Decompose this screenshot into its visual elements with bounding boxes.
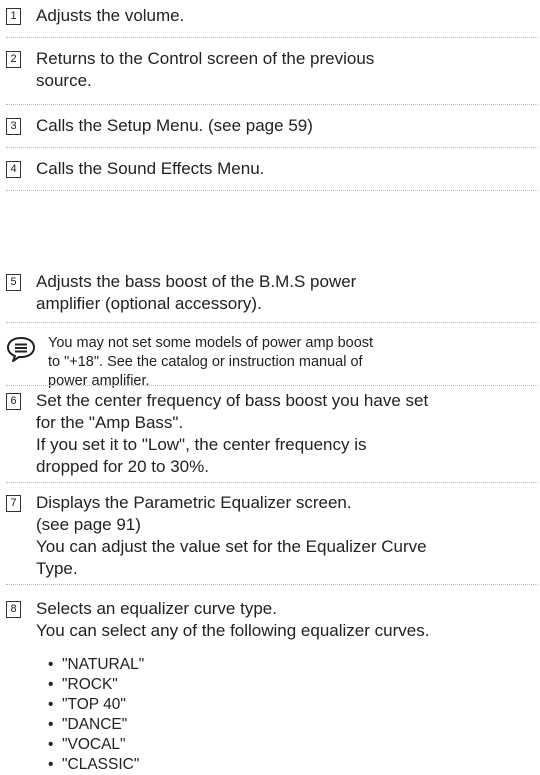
- bullet-icon: •: [48, 676, 54, 693]
- item-text: Type.: [36, 559, 78, 578]
- item-text: source.: [36, 71, 92, 90]
- item-text: dropped for 20 to 30%.: [36, 457, 209, 476]
- curve-option-label: "CLASSIC": [62, 756, 140, 773]
- separator: [6, 37, 538, 38]
- item-text: (see page 91): [36, 515, 141, 534]
- item-number-badge: 8: [6, 601, 21, 618]
- note-text: to "+18". See the catalog or instruction…: [48, 354, 363, 370]
- item-text: for the "Amp Bass".: [36, 413, 184, 432]
- item-number-badge: 3: [6, 118, 21, 135]
- curve-option-label: "ROCK": [62, 676, 118, 693]
- separator: [6, 385, 538, 386]
- item-text: Calls the Sound Effects Menu.: [36, 159, 265, 178]
- list-item: • "CLASSIC": [48, 755, 144, 775]
- item-text: Adjusts the bass boost of the B.M.S powe…: [36, 272, 357, 291]
- item-text: amplifier (optional accessory).: [36, 294, 262, 313]
- curve-option-label: "VOCAL": [62, 736, 126, 753]
- item-text: Set the center frequency of bass boost y…: [36, 391, 429, 410]
- curve-option-label: "NATURAL": [62, 656, 145, 673]
- separator: [6, 190, 538, 191]
- item-text: Adjusts the volume.: [36, 6, 185, 25]
- separator: [6, 482, 538, 483]
- item-text: Displays the Parametric Equalizer screen…: [36, 493, 352, 512]
- separator: [6, 147, 538, 148]
- separator: [6, 584, 538, 585]
- bullet-icon: •: [48, 696, 54, 713]
- item-text: You can adjust the value set for the Equ…: [36, 537, 427, 556]
- note-text: power amplifier.: [48, 373, 150, 389]
- list-item: • "DANCE": [48, 715, 144, 735]
- list-item: • "VOCAL": [48, 735, 144, 755]
- item-number-badge: 5: [6, 274, 21, 291]
- curve-option-label: "DANCE": [62, 716, 128, 733]
- bullet-icon: •: [48, 716, 54, 733]
- item-text: You can select any of the following equa…: [36, 621, 430, 640]
- note-block: You may not set some models of power amp…: [6, 334, 538, 390]
- list-item: • "ROCK": [48, 675, 144, 695]
- curve-options-list: • "NATURAL" • "ROCK" • "TOP 40" • "DANCE" • "…: [48, 655, 144, 775]
- item-number-badge: 1: [6, 8, 21, 25]
- bullet-icon: •: [48, 756, 54, 773]
- item-number-badge: 4: [6, 161, 21, 178]
- note-text: You may not set some models of power amp…: [48, 335, 374, 351]
- bullet-icon: •: [48, 656, 54, 673]
- note-icon: [6, 336, 36, 362]
- list-item: • "NATURAL": [48, 655, 144, 675]
- list-item: • "TOP 40": [48, 695, 144, 715]
- item-number-badge: 6: [6, 393, 21, 410]
- curve-option-label: "TOP 40": [62, 696, 126, 713]
- separator: [6, 322, 538, 323]
- separator: [6, 104, 538, 105]
- item-number-badge: 2: [6, 51, 21, 68]
- item-text: Calls the Setup Menu. (see page 59): [36, 116, 313, 135]
- bullet-icon: •: [48, 736, 54, 753]
- item-text: If you set it to "Low", the center frequ…: [36, 435, 367, 454]
- item-number-badge: 7: [6, 495, 21, 512]
- item-text: Selects an equalizer curve type.: [36, 599, 277, 618]
- item-text: Returns to the Control screen of the pre…: [36, 49, 375, 68]
